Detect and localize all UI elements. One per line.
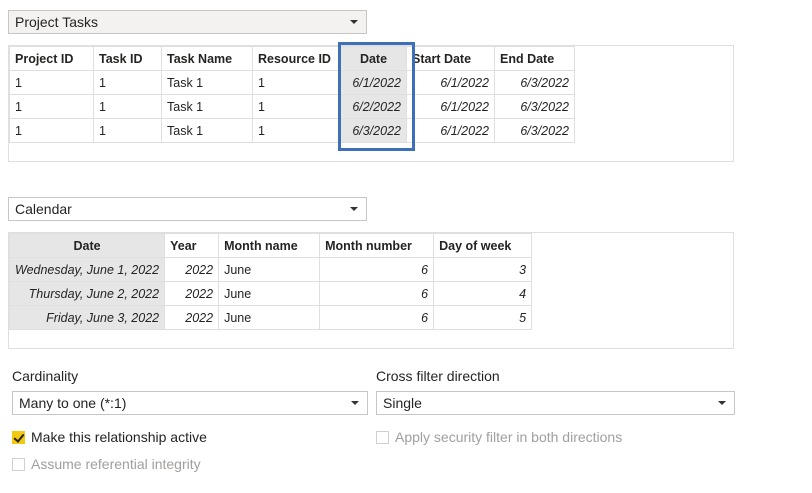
- table-row: 1 1 Task 1 1 6/2/2022 6/1/2022 6/3/2022: [9, 94, 575, 119]
- table-cell: 5: [433, 305, 533, 330]
- table-cell: 6/3/2022: [494, 118, 575, 143]
- table-cell: 1: [93, 118, 162, 143]
- table-cell: 6/1/2022: [406, 70, 495, 95]
- table-cell: 2022: [164, 257, 220, 282]
- table-header-row: Project ID Task ID Task Name Resource ID…: [9, 46, 575, 71]
- table-cell: 1: [9, 70, 94, 95]
- chevron-down-icon: [350, 20, 358, 24]
- table-header-row: Date Year Month name Month number Day of…: [8, 233, 533, 258]
- cross-filter-dropdown[interactable]: Single: [376, 391, 735, 415]
- table1-selector[interactable]: Project Tasks: [8, 10, 367, 34]
- table-row: Wednesday, June 1, 2022 2022 June 6 3: [8, 257, 533, 282]
- table-cell: Task 1: [161, 94, 253, 119]
- column-header[interactable]: Day of week: [433, 233, 533, 258]
- column-header[interactable]: Year: [164, 233, 220, 258]
- table2-grid: Date Year Month name Month number Day of…: [8, 233, 533, 330]
- table-row: Friday, June 3, 2022 2022 June 6 5: [8, 305, 533, 330]
- cardinality-dropdown[interactable]: Many to one (*:1): [12, 391, 368, 415]
- table-cell: 6/3/2022: [494, 70, 575, 95]
- table-cell: 1: [252, 94, 341, 119]
- table-cell: Task 1: [161, 118, 253, 143]
- table-cell: 4: [433, 281, 533, 306]
- table-cell: 6: [319, 281, 435, 306]
- referential-integrity-label: Assume referential integrity: [31, 456, 201, 472]
- active-relationship-checkbox[interactable]: [12, 431, 25, 444]
- table-cell: 1: [252, 70, 341, 95]
- table-cell: 6/1/2022: [340, 70, 407, 95]
- table-cell: June: [218, 305, 321, 330]
- chevron-down-icon: [350, 207, 358, 211]
- table-cell: 2022: [164, 281, 220, 306]
- column-header[interactable]: Start Date: [406, 46, 495, 71]
- column-header[interactable]: Month number: [319, 233, 435, 258]
- table-cell: Friday, June 3, 2022: [8, 305, 166, 330]
- table2-selector[interactable]: Calendar: [8, 197, 367, 221]
- security-filter-checkbox[interactable]: [376, 431, 389, 444]
- table-cell: 6/3/2022: [340, 118, 407, 143]
- table-cell: 6/1/2022: [406, 118, 495, 143]
- referential-integrity-checkbox[interactable]: [12, 458, 25, 471]
- cardinality-label: Cardinality: [12, 368, 79, 384]
- cross-filter-value: Single: [383, 395, 422, 411]
- table-cell: Task 1: [161, 70, 253, 95]
- table-cell: 1: [93, 94, 162, 119]
- column-header[interactable]: Task Name: [161, 46, 253, 71]
- table-cell: 6/3/2022: [494, 94, 575, 119]
- table-row: Thursday, June 2, 2022 2022 June 6 4: [8, 281, 533, 306]
- chevron-down-icon: [351, 401, 359, 405]
- table-cell: 6/2/2022: [340, 94, 407, 119]
- table-cell: 1: [9, 118, 94, 143]
- table2-selector-label: Calendar: [15, 201, 72, 217]
- chevron-down-icon: [718, 401, 726, 405]
- table-cell: June: [218, 257, 321, 282]
- column-header[interactable]: Month name: [218, 233, 321, 258]
- cardinality-value: Many to one (*:1): [19, 395, 127, 411]
- table-cell: 6: [319, 305, 435, 330]
- table1-selector-label: Project Tasks: [15, 14, 98, 30]
- column-header[interactable]: Task ID: [93, 46, 162, 71]
- column-header[interactable]: Resource ID: [252, 46, 341, 71]
- table-cell: 6: [319, 257, 435, 282]
- table-cell: Thursday, June 2, 2022: [8, 281, 166, 306]
- column-header-date-selected[interactable]: Date: [340, 46, 407, 71]
- column-header[interactable]: Project ID: [9, 46, 94, 71]
- table-row: 1 1 Task 1 1 6/1/2022 6/1/2022 6/3/2022: [9, 70, 575, 95]
- table-cell: 1: [252, 118, 341, 143]
- table-cell: June: [218, 281, 321, 306]
- column-header[interactable]: End Date: [494, 46, 575, 71]
- cross-filter-label: Cross filter direction: [376, 368, 500, 384]
- security-filter-label: Apply security filter in both directions: [395, 429, 623, 445]
- table-cell: Wednesday, June 1, 2022: [8, 257, 166, 282]
- table-cell: 1: [93, 70, 162, 95]
- column-header-date-selected[interactable]: Date: [8, 233, 166, 258]
- active-relationship-label: Make this relationship active: [31, 429, 207, 445]
- table-row: 1 1 Task 1 1 6/3/2022 6/1/2022 6/3/2022: [9, 118, 575, 143]
- table-cell: 1: [9, 94, 94, 119]
- table1-grid: Project ID Task ID Task Name Resource ID…: [9, 46, 575, 143]
- table-cell: 3: [433, 257, 533, 282]
- table-cell: 2022: [164, 305, 220, 330]
- table-cell: 6/1/2022: [406, 94, 495, 119]
